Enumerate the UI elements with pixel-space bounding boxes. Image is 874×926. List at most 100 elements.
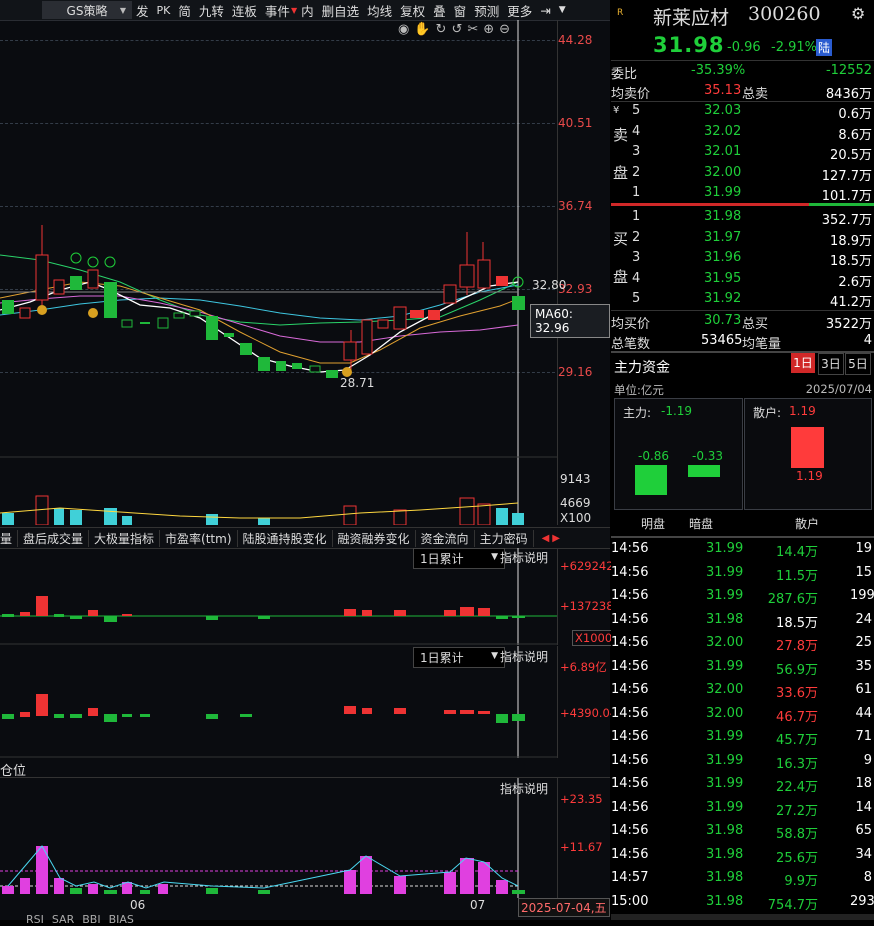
sell-ratio-bar	[611, 203, 809, 206]
low-price-marker: 28.71	[340, 376, 375, 390]
trade-volume: 27.2万	[776, 803, 818, 819]
toolbar-item-adjust[interactable]: 复权	[396, 1, 429, 20]
trade-count: 18	[855, 776, 872, 791]
tab-pe-ttm[interactable]: 市盈率(ttm)	[160, 529, 238, 547]
chart-area[interactable]: GS策略 ▼ 发 PK 简 九转 连板 事件 ▼ 内 删自选 均线 复权 叠 窗…	[0, 0, 617, 926]
toolbar-item-jiuzhuan[interactable]: 九转	[195, 1, 228, 20]
toolbar-item-ma[interactable]: 均线	[363, 1, 396, 20]
sell-order-row[interactable]: 4 32.02 8.6万	[611, 122, 874, 143]
sell-price: 32.01	[704, 144, 742, 159]
stock-code: 300260	[748, 3, 821, 25]
sell-order-row[interactable]: 2 32.00 127.7万	[611, 163, 874, 184]
ming-bar	[635, 465, 667, 495]
candle	[326, 370, 338, 378]
volume-axis-label: 4669	[560, 496, 591, 510]
panel1-max-label: +629242	[560, 559, 614, 573]
panel2-mid-label: +4390.04	[560, 706, 618, 720]
tab-main-code[interactable]: 主力密码	[475, 529, 534, 547]
buy-order-row[interactable]: 4 31.95 2.6万	[611, 269, 874, 290]
quote-panel: R 新莱应材 300260 ⚙ 31.98 -0.96 -2.91% 陆 委比 …	[611, 0, 874, 920]
tab-northbound-holdings[interactable]: 陆股通持股变化	[238, 529, 333, 547]
trade-volume: 45.7万	[776, 733, 818, 748]
trade-row: 14:57 31.98 9.9万 8	[611, 867, 874, 889]
candle	[309, 365, 321, 373]
trade-time: 14:56	[611, 658, 649, 674]
toolbar-item-window[interactable]: 窗	[450, 1, 471, 20]
period-3d-button[interactable]: 3日	[818, 353, 844, 375]
ming-label: 明盘	[641, 517, 666, 531]
stock-price: 31.98	[653, 33, 725, 57]
toolbar-item-nei[interactable]: 内	[297, 1, 318, 20]
buy-price: 31.92	[704, 291, 742, 306]
sell-order-row[interactable]: 1 31.99 101.7万	[611, 183, 874, 204]
trade-volume: 754.7万	[767, 897, 818, 913]
trade-volume: 11.5万	[776, 568, 818, 584]
collapse-right-icon[interactable]: ⇥	[536, 3, 554, 18]
axis-separator	[557, 548, 558, 645]
buy-order-row[interactable]: 3 31.96 18.5万	[611, 248, 874, 269]
toolbar-item-events[interactable]: 事件	[261, 1, 294, 20]
panel1-unit-label: X1000	[572, 630, 616, 646]
weibi-label: 委比	[611, 67, 638, 82]
candle	[224, 333, 234, 337]
period-1d-button[interactable]: 1日	[791, 353, 815, 373]
sell-order-row[interactable]: 3 32.01 20.5万	[611, 142, 874, 163]
total-trades-row: 总笔数 53465 均笔量 4	[611, 331, 874, 352]
tab-margin-change[interactable]: 融资融券变化	[333, 529, 416, 547]
candle	[496, 276, 508, 286]
total-buy-label: 总买	[742, 317, 769, 332]
san-label: 散户	[795, 517, 820, 531]
buy-order-row[interactable]: 2 31.97 18.9万	[611, 228, 874, 249]
period-5d-button[interactable]: 5日	[845, 353, 871, 375]
buy-volume: 352.7万	[821, 213, 872, 228]
candle	[512, 296, 525, 310]
toolbar-item-overlay[interactable]: 叠	[429, 1, 450, 20]
tab-after-hours-volume[interactable]: 盘后成交量	[18, 529, 90, 547]
toolbar-item-more[interactable]: 更多	[503, 1, 536, 20]
tab-scroll-right-icon[interactable]: ▶	[552, 533, 560, 544]
trade-time: 14:56	[611, 635, 649, 650]
tab-bbi[interactable]: BBI	[82, 914, 100, 926]
buy-order-row[interactable]: 1 31.98 352.7万	[611, 207, 874, 228]
kline-chart[interactable]	[0, 20, 557, 525]
trade-count: 15	[855, 564, 872, 580]
toolbar-item-pk[interactable]: PK	[153, 4, 175, 17]
trade-time: 14:56	[611, 799, 649, 815]
trade-price: 31.99	[706, 752, 744, 768]
last-price-marker: 32.80	[532, 278, 567, 292]
tab-extreme-volume[interactable]: 大极量指标	[89, 529, 161, 547]
fund-flow-title: 主力资金	[614, 360, 670, 376]
strategy-dropdown[interactable]: GS策略 ▼	[42, 1, 132, 19]
toolbar-item-predict[interactable]: 预测	[470, 1, 503, 20]
trade-row: 14:56 31.99 22.4万 18	[611, 773, 874, 795]
san-bar	[791, 427, 824, 468]
buy-order-row[interactable]: 5 31.92 41.2万	[611, 289, 874, 310]
sell-level: 4	[632, 123, 641, 139]
trade-count: 61	[855, 682, 872, 697]
tab-rsi[interactable]: RSI	[26, 914, 44, 926]
buy-level: 2	[632, 229, 641, 245]
toolbar-item-fa[interactable]: 发	[132, 1, 153, 20]
candle	[53, 279, 65, 295]
trade-time: 14:56	[611, 752, 649, 768]
trade-row: 14:56 31.99 14.4万 19	[611, 538, 874, 560]
sell-volume: 8.6万	[838, 127, 872, 143]
bottom-tab-strip[interactable]	[611, 914, 874, 920]
toolbar-item-lianban[interactable]: 连板	[228, 1, 261, 20]
toolbar-item-jian[interactable]: 简	[174, 1, 195, 20]
tab-sar[interactable]: SAR	[52, 914, 74, 926]
gear-icon[interactable]: ⚙	[851, 4, 865, 23]
trade-row: 14:56 31.98 58.8万 65	[611, 820, 874, 842]
candle	[343, 341, 357, 361]
sell-order-row[interactable]: 5 32.03 0.6万	[611, 101, 874, 122]
sell-side-label: 盘	[613, 164, 629, 182]
strategy-label: GS策略	[66, 3, 108, 18]
toolbar-item-remove-watch[interactable]: 删自选	[318, 1, 364, 20]
chevron-down-icon[interactable]: ▼	[555, 5, 570, 15]
trade-time: 14:56	[611, 705, 649, 721]
tab-volume[interactable]: 量	[0, 529, 19, 547]
tab-bias[interactable]: BIAS	[109, 914, 134, 926]
tab-scroll-left-icon[interactable]: ◀	[542, 533, 550, 544]
tab-fund-flow[interactable]: 资金流向	[416, 529, 475, 547]
volume-axis-label: 9143	[560, 472, 591, 486]
